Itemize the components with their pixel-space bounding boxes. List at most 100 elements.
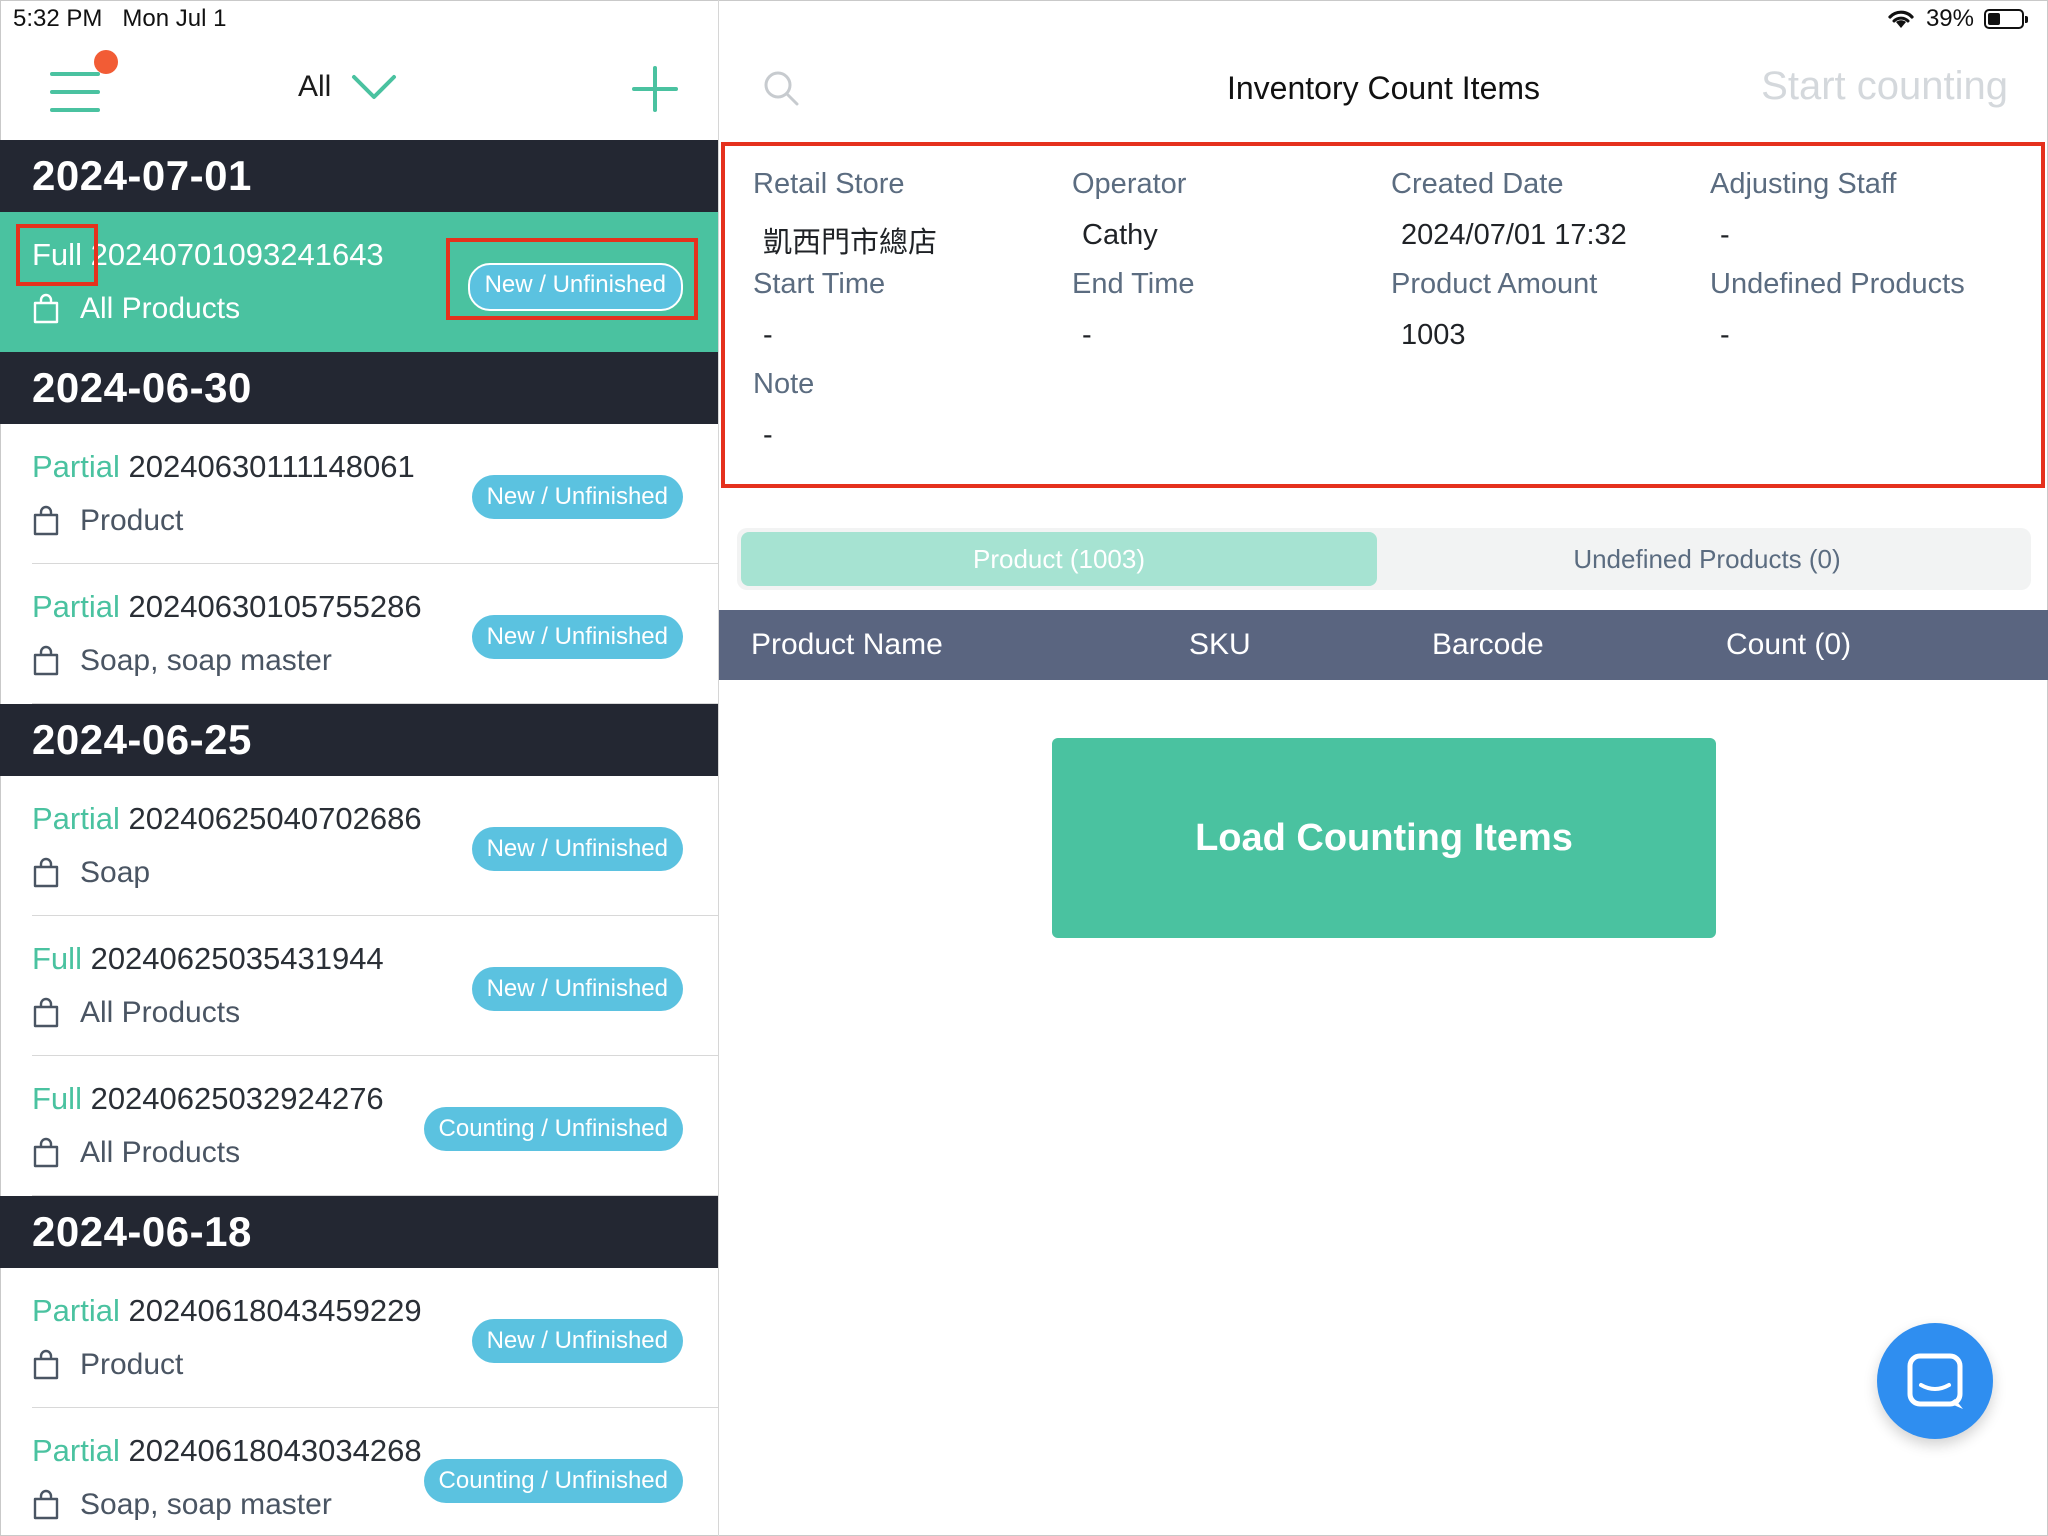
start-counting-button[interactable]: Start counting <box>1761 64 2008 109</box>
status-date: Mon Jul 1 <box>122 5 227 32</box>
info-retail-store: Retail Store 凱西門市總店 <box>753 168 1053 261</box>
item-title: Partial 20240618043459229 <box>32 1293 422 1329</box>
info-value: Cathy <box>1082 219 1158 251</box>
bag-icon <box>32 505 60 537</box>
info-label: Note <box>753 368 815 400</box>
menu-icon-bar <box>50 90 100 94</box>
info-value: - <box>763 319 773 351</box>
plus-icon[interactable] <box>632 66 678 112</box>
bag-icon <box>32 1137 60 1169</box>
item-type: Partial <box>32 449 120 484</box>
info-operator: Operator Cathy <box>1072 168 1372 252</box>
count-list-item[interactable]: Partial 20240618043459229 Product New / Un… <box>0 1268 718 1408</box>
info-value: 凱西門市總店 <box>763 227 938 259</box>
item-title: Partial 20240618043034268 <box>32 1433 422 1469</box>
info-product-amount: Product Amount 1003 <box>1391 268 1691 352</box>
item-scope: Product <box>32 504 183 538</box>
column-sku[interactable]: SKU <box>1189 610 1251 680</box>
item-scope: All Products <box>32 1136 240 1170</box>
item-scope: Soap <box>32 856 150 890</box>
bag-icon <box>32 1489 60 1521</box>
item-type: Full <box>32 941 82 976</box>
menu-button[interactable] <box>50 72 102 112</box>
info-end-time: End Time - <box>1072 268 1372 352</box>
count-list-item[interactable]: Partial 20240630105755286 Soap, soap mast… <box>0 564 718 704</box>
item-type: Partial <box>32 589 120 624</box>
count-list-item[interactable]: Full 20240701093241643 All Products New / … <box>0 212 718 352</box>
item-id: 20240630111148061 <box>128 449 415 484</box>
info-label: Undefined Products <box>1710 268 1965 300</box>
bag-icon <box>32 645 60 677</box>
item-type: Full <box>32 237 82 272</box>
info-value: - <box>1720 219 1730 251</box>
item-scope: Product <box>32 1348 183 1382</box>
count-list-item[interactable]: Partial 20240618043034268 Soap, soap mast… <box>0 1408 718 1536</box>
info-label: End Time <box>1072 268 1195 300</box>
chat-icon <box>1907 1353 1963 1409</box>
status-badge: New / Unfinished <box>471 967 683 1011</box>
item-title: Full 20240625032924276 <box>32 1081 384 1117</box>
load-counting-items-button[interactable]: Load Counting Items <box>1052 738 1716 938</box>
status-badge: Counting / Unfinished <box>423 1459 683 1503</box>
info-adjusting-staff: Adjusting Staff - <box>1710 168 2010 252</box>
column-product-name[interactable]: Product Name <box>751 610 943 680</box>
tab-undefined-products[interactable]: Undefined Products (0) <box>1397 532 2017 586</box>
item-title: Partial 20240630111148061 <box>32 449 415 485</box>
item-scope-label: Soap, soap master <box>80 1488 332 1521</box>
item-scope-label: All Products <box>80 996 241 1029</box>
bag-icon <box>32 997 60 1029</box>
item-id: 20240625032924276 <box>90 1081 384 1116</box>
info-label: Product Amount <box>1391 268 1598 300</box>
chevron-down-icon <box>352 75 397 99</box>
date-group-header: 2024-07-01 <box>0 140 718 212</box>
item-title: Full 20240701093241643 <box>32 237 384 273</box>
item-scope-label: All Products <box>80 292 241 325</box>
menu-icon-bar <box>50 108 100 112</box>
chat-button[interactable] <box>1877 1323 1993 1439</box>
item-scope: All Products <box>32 996 240 1030</box>
item-id: 20240618043034268 <box>128 1433 422 1468</box>
info-label: Retail Store <box>753 168 905 200</box>
notification-dot <box>94 50 118 74</box>
item-title: Partial 20240625040702686 <box>32 801 422 837</box>
status-indicators: 39% <box>1886 5 2028 33</box>
item-scope: All Products <box>32 292 240 326</box>
info-created-date: Created Date 2024/07/01 17:32 <box>1391 168 1691 252</box>
info-value: 2024/07/01 17:32 <box>1401 219 1627 251</box>
bag-icon <box>32 857 60 889</box>
info-label: Operator <box>1072 168 1187 200</box>
item-title: Partial 20240630105755286 <box>32 589 422 625</box>
battery-level <box>1988 13 2001 25</box>
bag-icon <box>32 293 60 325</box>
count-list-item[interactable]: Full 20240625032924276 All Products Counti… <box>0 1056 718 1196</box>
item-scope-label: Soap <box>80 856 151 889</box>
item-scope-label: Product <box>80 1348 184 1381</box>
info-value: - <box>1082 319 1092 351</box>
bag-icon <box>32 1349 60 1381</box>
product-table-header: Product Name SKU Barcode Count (0) <box>719 610 2048 680</box>
info-label: Adjusting Staff <box>1710 168 1897 200</box>
count-list-item[interactable]: Partial 20240625040702686 Soap New / Unfin… <box>0 776 718 916</box>
date-group-header: 2024-06-25 <box>0 704 718 776</box>
status-badge: New / Unfinished <box>471 1319 683 1363</box>
info-undefined-products: Undefined Products - <box>1710 268 2010 352</box>
filter-dropdown[interactable]: All <box>298 70 397 104</box>
count-list-item[interactable]: Full 20240625035431944 All Products New / … <box>0 916 718 1056</box>
info-value: 1003 <box>1401 319 1466 351</box>
filter-label: All <box>298 70 332 103</box>
item-type: Partial <box>32 801 120 836</box>
item-id: 20240625035431944 <box>90 941 384 976</box>
status-badge: New / Unfinished <box>471 475 683 519</box>
status-badge: New / Unfinished <box>467 263 683 311</box>
tab-product[interactable]: Product (1003) <box>741 532 1377 586</box>
item-scope-label: Product <box>80 504 184 537</box>
info-note: Note - <box>753 368 1053 452</box>
column-barcode[interactable]: Barcode <box>1432 610 1544 680</box>
status-badge: New / Unfinished <box>471 615 683 659</box>
column-count[interactable]: Count (0) <box>1726 610 1851 680</box>
item-scope-label: Soap, soap master <box>80 644 332 677</box>
item-scope: Soap, soap master <box>32 644 332 678</box>
count-list-item[interactable]: Partial 20240630111148061 Product New / Un… <box>0 424 718 564</box>
status-badge: New / Unfinished <box>471 827 683 871</box>
info-start-time: Start Time - <box>753 268 1053 352</box>
